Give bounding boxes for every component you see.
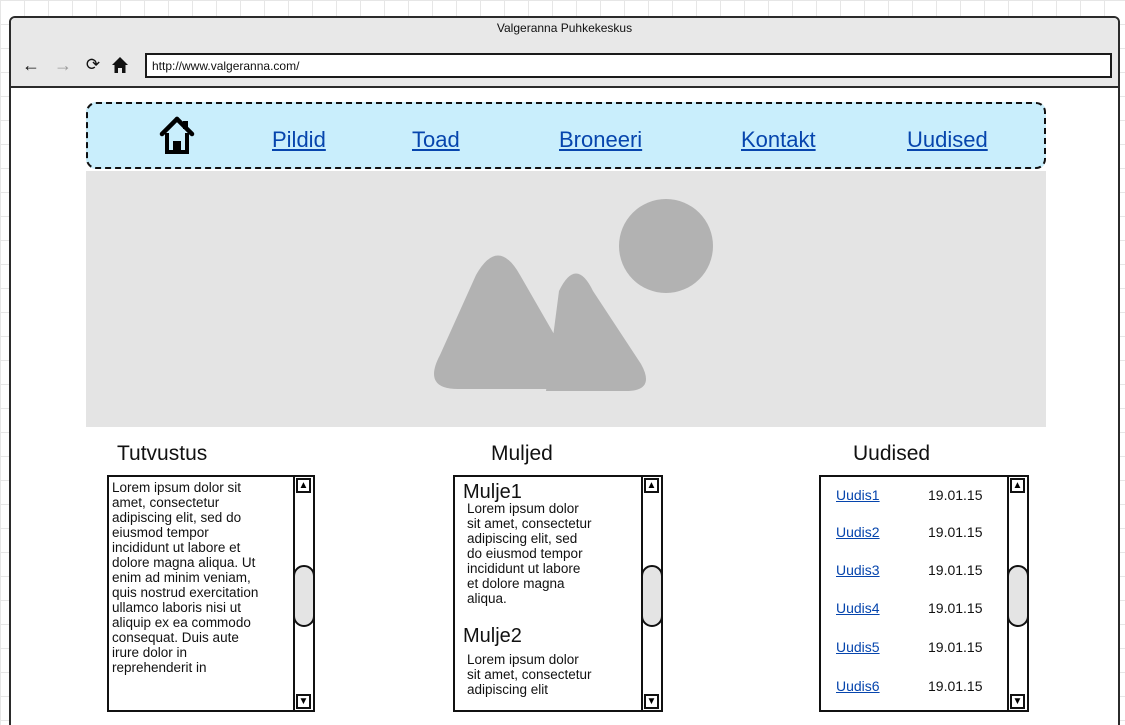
- menu-link-toad[interactable]: Toad: [412, 127, 460, 153]
- news-scrollbar[interactable]: ▲ ▼: [1007, 477, 1027, 710]
- back-icon[interactable]: ←: [21, 54, 41, 76]
- window-title: Valgeranna Puhkekeskus: [496, 21, 633, 35]
- news-item: Uudis2 19.01.15: [836, 524, 1001, 544]
- intro-line: amet, consectetur: [112, 495, 220, 510]
- home-icon-glyph: [112, 57, 128, 73]
- news-link[interactable]: Uudis3: [836, 562, 880, 578]
- news-date: 19.01.15: [928, 524, 983, 540]
- news-link[interactable]: Uudis6: [836, 678, 880, 694]
- reload-icon[interactable]: ⟳: [83, 54, 103, 76]
- impression-line: et dolore magna: [467, 576, 565, 591]
- news-link[interactable]: Uudis5: [836, 639, 880, 655]
- intro-line: aliquip ex ea commodo: [112, 615, 251, 630]
- main-menu: Pildid Toad Broneeri Kontakt Uudised: [86, 102, 1046, 169]
- news-link[interactable]: Uudis1: [836, 487, 880, 503]
- intro-line: quis nostrud exercitation: [112, 585, 259, 600]
- scroll-down-icon[interactable]: ▼: [296, 694, 311, 709]
- home-icon[interactable]: [110, 54, 130, 76]
- news-item: Uudis3 19.01.15: [836, 562, 1001, 582]
- impression-text: Lorem ipsum dolor sit amet, consectetur …: [467, 501, 630, 606]
- news-link[interactable]: Uudis2: [836, 524, 880, 540]
- news-date: 19.01.15: [928, 562, 983, 578]
- menu-link-pildid[interactable]: Pildid: [272, 127, 326, 153]
- news-date: 19.01.15: [928, 487, 983, 503]
- impression-title: Mulje2: [463, 625, 522, 647]
- intro-panel[interactable]: Lorem ipsum dolor sit amet, consectetur …: [107, 475, 315, 712]
- impressions-scrollbar[interactable]: ▲ ▼: [641, 477, 661, 710]
- news-heading: Uudised: [853, 442, 931, 465]
- hero-image-placeholder: [86, 171, 1046, 427]
- intro-line: incididunt ut labore et: [112, 540, 241, 555]
- scroll-down-icon[interactable]: ▼: [1010, 694, 1025, 709]
- browser-chrome: Valgeranna Puhkekeskus ← → ⟳: [11, 18, 1118, 88]
- scroll-thumb[interactable]: [1007, 565, 1027, 627]
- intro-scrollbar[interactable]: ▲ ▼: [293, 477, 313, 710]
- impression-text: Lorem ipsum dolor sit amet, consectetur …: [467, 652, 630, 697]
- intro-line: adipiscing elit, sed do: [112, 510, 242, 525]
- impression-line: incididunt ut labore: [467, 561, 581, 576]
- menu-home-icon[interactable]: [159, 116, 195, 156]
- impression-line: sit amet, consectetur: [467, 516, 592, 531]
- news-date: 19.01.15: [928, 678, 983, 694]
- address-bar[interactable]: [145, 53, 1112, 78]
- impression-line: Lorem ipsum dolor: [467, 652, 579, 667]
- house-icon: [159, 116, 195, 154]
- forward-icon[interactable]: →: [53, 54, 73, 76]
- scroll-up-icon[interactable]: ▲: [296, 478, 311, 493]
- intro-line: reprehenderit in: [112, 660, 207, 675]
- menu-link-kontakt[interactable]: Kontakt: [741, 127, 816, 153]
- impression-title: Mulje1: [463, 481, 522, 503]
- news-panel[interactable]: Uudis1 19.01.15 Uudis2 19.01.15 Uudis3 1…: [819, 475, 1029, 712]
- image-placeholder-icon: [434, 199, 713, 391]
- scroll-up-icon[interactable]: ▲: [644, 478, 659, 493]
- menu-link-uudised[interactable]: Uudised: [907, 127, 988, 153]
- intro-line: ullamco laboris nisi ut: [112, 600, 242, 615]
- intro-line: eiusmod tempor: [112, 525, 209, 540]
- intro-heading: Tutvustus: [117, 442, 208, 465]
- news-date: 19.01.15: [928, 639, 983, 655]
- impression-line: Lorem ipsum dolor: [467, 501, 579, 516]
- scroll-down-icon[interactable]: ▼: [644, 694, 659, 709]
- intro-line: consequat. Duis aute: [112, 630, 239, 645]
- intro-line: irure dolor in: [112, 645, 188, 660]
- scroll-thumb[interactable]: [293, 565, 313, 627]
- browser-window: Valgeranna Puhkekeskus ← → ⟳ Pildid Toad…: [9, 16, 1120, 725]
- news-link[interactable]: Uudis4: [836, 600, 880, 616]
- impression-line: do eiusmod tempor: [467, 546, 583, 561]
- news-item: Uudis4 19.01.15: [836, 600, 1001, 620]
- impression-line: aliqua.: [467, 591, 507, 606]
- news-item: Uudis5 19.01.15: [836, 639, 1001, 659]
- intro-text: Lorem ipsum dolor sit amet, consectetur …: [112, 480, 294, 675]
- impression-line: sit amet, consectetur: [467, 667, 592, 682]
- url-input[interactable]: [147, 55, 1110, 76]
- impressions-heading: Muljed: [491, 442, 553, 465]
- news-date: 19.01.15: [928, 600, 983, 616]
- news-item: Uudis1 19.01.15: [836, 487, 1001, 507]
- news-item: Uudis6 19.01.15: [836, 678, 1001, 698]
- impressions-panel[interactable]: Mulje1 Lorem ipsum dolor sit amet, conse…: [453, 475, 663, 712]
- scroll-thumb[interactable]: [641, 565, 661, 627]
- impression-line: adipiscing elit, sed: [467, 531, 578, 546]
- menu-link-broneeri[interactable]: Broneeri: [559, 127, 642, 153]
- impression-line: adipiscing elit: [467, 682, 549, 697]
- intro-line: dolore magna aliqua. Ut: [112, 555, 256, 570]
- intro-line: Lorem ipsum dolor sit: [112, 480, 242, 495]
- scroll-up-icon[interactable]: ▲: [1010, 478, 1025, 493]
- intro-line: enim ad minim veniam,: [112, 570, 251, 585]
